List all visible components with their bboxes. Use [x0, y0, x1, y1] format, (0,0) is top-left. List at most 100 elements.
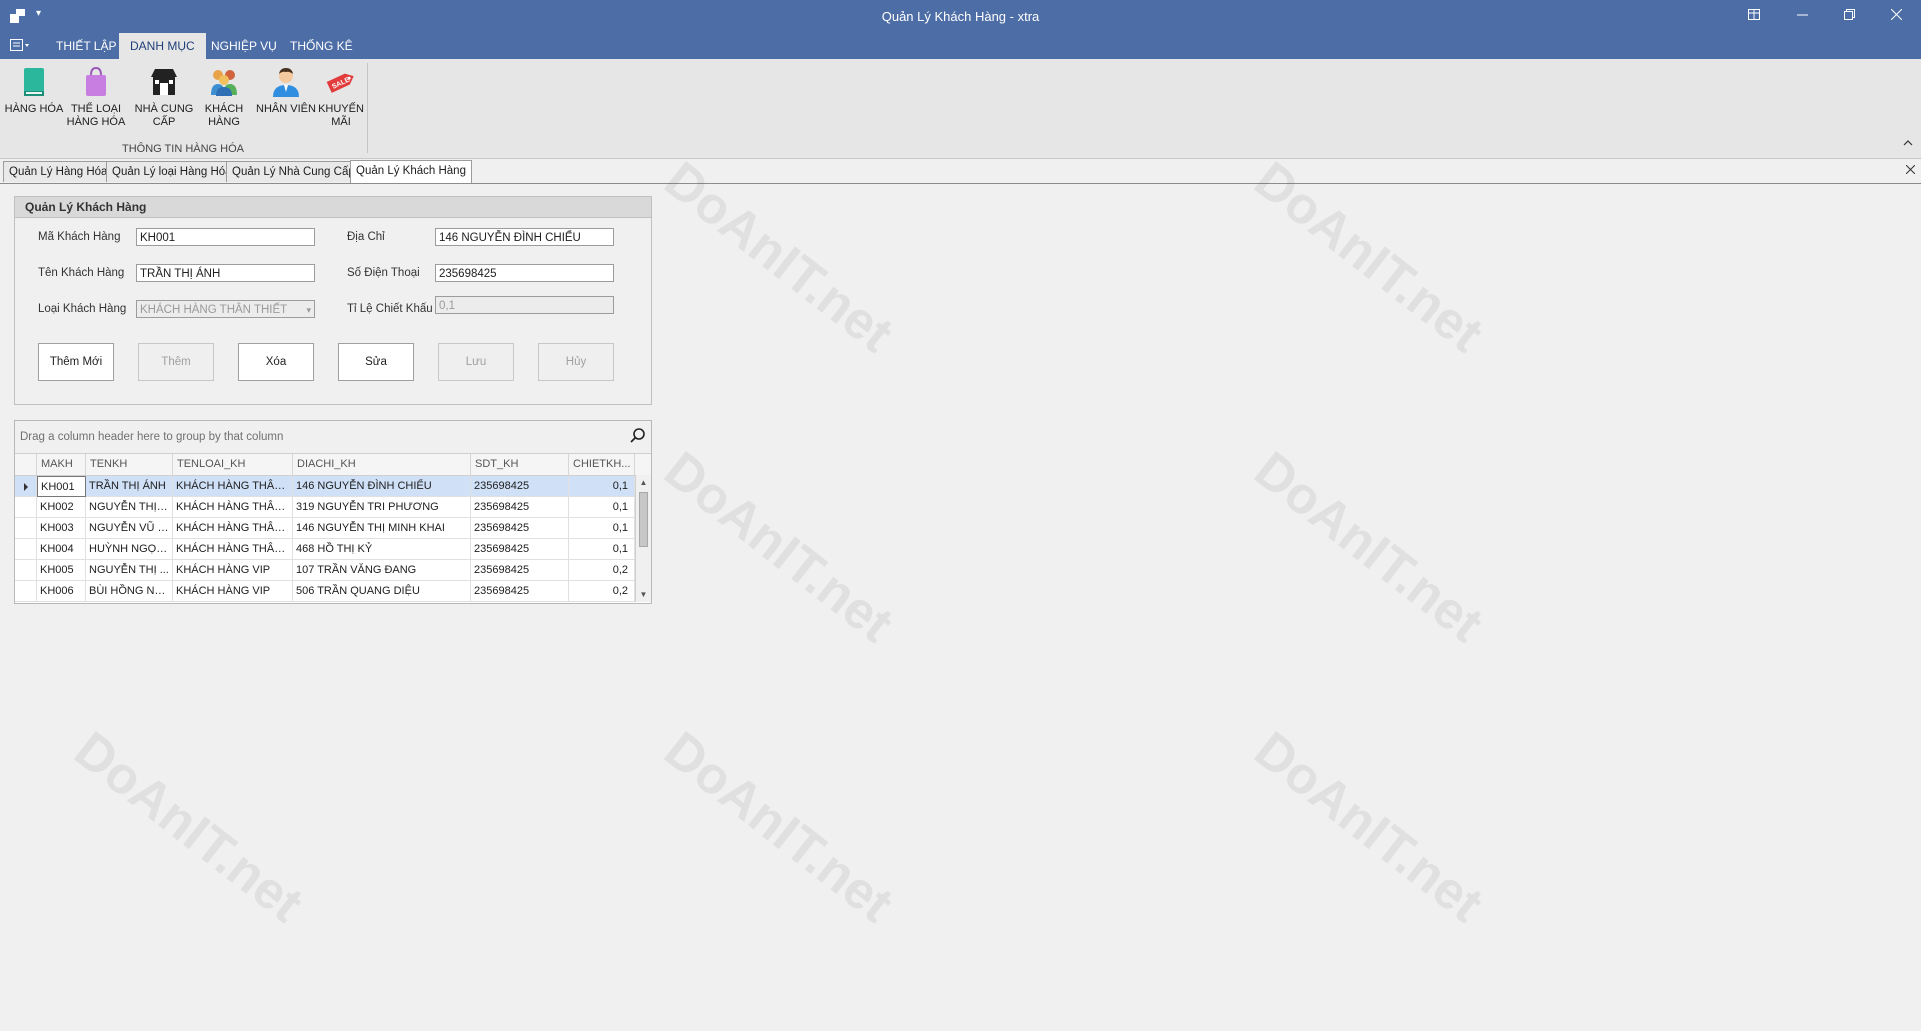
- cell-sdt-kh[interactable]: 235698425: [471, 581, 569, 602]
- cell-makh[interactable]: KH005: [37, 560, 86, 581]
- ribbon-button-hang-hoa[interactable]: HÀNG HÓA: [4, 65, 64, 116]
- shopping-bag-icon: [79, 65, 113, 99]
- ribbon-tab-thong-ke[interactable]: THỐNG KÊ: [279, 33, 364, 59]
- cell-tenloai-kh[interactable]: KHÁCH HÀNG THÂN ...: [173, 518, 293, 539]
- cell-sdt-kh[interactable]: 235698425: [471, 518, 569, 539]
- document-tab-bar: Quản Lý Hàng Hóa Quản Lý loại Hàng Hóa Q…: [0, 159, 1921, 184]
- ribbon-button-nhan-vien[interactable]: NHÂN VIÊN: [255, 65, 317, 116]
- ribbon-tab-danh-muc[interactable]: DANH MỤC: [119, 33, 206, 59]
- cell-diachi-kh[interactable]: 506 TRẦN QUANG DIỆU: [293, 581, 471, 602]
- column-header-chietkhau[interactable]: CHIETKH...: [569, 454, 635, 475]
- dia-chi-label: Địa Chỉ: [347, 231, 385, 243]
- cell-tenloai-kh[interactable]: KHÁCH HÀNG VIP: [173, 581, 293, 602]
- minimize-icon[interactable]: [1784, 5, 1820, 27]
- cell-sdt-kh[interactable]: 235698425: [471, 476, 569, 497]
- luu-button[interactable]: Lưu: [438, 343, 514, 381]
- so-dien-thoai-label: Số Điện Thoại: [347, 267, 420, 279]
- scroll-up-icon[interactable]: ▲: [636, 475, 651, 490]
- group-by-panel[interactable]: Drag a column header here to group by th…: [15, 421, 651, 454]
- ma-khach-hang-input[interactable]: KH001: [136, 228, 315, 246]
- cell-sdt-kh[interactable]: 235698425: [471, 560, 569, 581]
- ten-khach-hang-input[interactable]: TRẦN THỊ ÁNH: [136, 264, 315, 282]
- cell-chietkhau[interactable]: 0,1: [569, 539, 635, 560]
- column-header-diachi-kh[interactable]: DIACHI_KH: [293, 454, 471, 475]
- doc-tab-quan-ly-khach-hang[interactable]: Quản Lý Khách Hàng: [350, 160, 472, 183]
- cell-diachi-kh[interactable]: 468 HỒ THỊ KỶ: [293, 539, 471, 560]
- table-row[interactable]: KH003 NGUYỄN VŨ Á... KHÁCH HÀNG THÂN ...…: [15, 518, 635, 539]
- row-indicator-header: [15, 454, 37, 475]
- restore-icon[interactable]: [1736, 5, 1772, 27]
- cell-tenloai-kh[interactable]: KHÁCH HÀNG THÂN ...: [173, 539, 293, 560]
- customer-form-groupbox: Quản Lý Khách Hàng Mã Khách Hàng KH001 T…: [14, 196, 652, 405]
- huy-button[interactable]: Hủy: [538, 343, 614, 381]
- scroll-down-icon[interactable]: ▼: [636, 587, 651, 602]
- column-header-sdt-kh[interactable]: SDT_KH: [471, 454, 569, 475]
- table-row[interactable]: KH006 BÙI HỒNG NG... KHÁCH HÀNG VIP 506 …: [15, 581, 635, 602]
- cell-chietkhau[interactable]: 0,1: [569, 476, 635, 497]
- loai-khach-hang-select[interactable]: KHÁCH HÀNG THÂN THIẾT ▾: [136, 300, 315, 318]
- cell-makh[interactable]: KH006: [37, 581, 86, 602]
- row-indicator: [15, 518, 37, 539]
- ribbon-button-the-loai-hang-hoa[interactable]: THỂ LOẠI HÀNG HÓA: [66, 65, 126, 129]
- column-header-tenloai-kh[interactable]: TENLOAI_KH: [173, 454, 293, 475]
- dia-chi-input[interactable]: 146 NGUYỄN ĐÌNH CHIỂU: [435, 228, 614, 246]
- watermark-text: DoAnIT.net: [63, 720, 314, 934]
- cell-tenkh[interactable]: NGUYỄN THỊ MỘ...: [86, 497, 173, 518]
- cell-sdt-kh[interactable]: 235698425: [471, 497, 569, 518]
- cell-chietkhau[interactable]: 0,1: [569, 518, 635, 539]
- cell-tenkh[interactable]: NGUYỄN THỊ ...: [86, 560, 173, 581]
- application-menu-icon[interactable]: [10, 39, 30, 54]
- cell-tenloai-kh[interactable]: KHÁCH HÀNG THÂN ...: [173, 497, 293, 518]
- maximize-icon[interactable]: [1831, 5, 1867, 27]
- cell-diachi-kh[interactable]: 107 TRẦN VĂNG ĐANG: [293, 560, 471, 581]
- current-row-arrow-icon: [24, 483, 28, 491]
- grid-vertical-scrollbar[interactable]: ▲ ▼: [635, 475, 651, 602]
- column-header-tenkh[interactable]: TENKH: [86, 454, 173, 475]
- watermark-text: DoAnIT.net: [1243, 720, 1494, 934]
- cell-chietkhau[interactable]: 0,2: [569, 581, 635, 602]
- so-dien-thoai-input[interactable]: 235698425: [435, 264, 614, 282]
- close-icon[interactable]: [1878, 5, 1914, 27]
- xoa-button[interactable]: Xóa: [238, 343, 314, 381]
- cell-diachi-kh[interactable]: 146 NGUYỄN ĐÌNH CHIỂU: [293, 476, 471, 497]
- collapse-ribbon-icon[interactable]: [1903, 137, 1913, 149]
- sua-button[interactable]: Sửa: [338, 343, 414, 381]
- cell-makh[interactable]: KH002: [37, 497, 86, 518]
- cell-diachi-kh[interactable]: 146 NGUYỄN THỊ MINH KHAI: [293, 518, 471, 539]
- close-document-icon[interactable]: [1905, 162, 1916, 177]
- ti-le-chiet-khau-input[interactable]: 0,1: [435, 296, 614, 314]
- cell-tenkh[interactable]: TRẦN THỊ ÁNH: [86, 476, 173, 497]
- doc-tab-quan-ly-nha-cung-cap[interactable]: Quản Lý Nhà Cung Cấp: [226, 161, 361, 182]
- table-row[interactable]: KH005 NGUYỄN THỊ ... KHÁCH HÀNG VIP 107 …: [15, 560, 635, 581]
- cell-makh[interactable]: KH004: [37, 539, 86, 560]
- search-icon[interactable]: [629, 427, 647, 445]
- them-button[interactable]: Thêm: [138, 343, 214, 381]
- cell-sdt-kh[interactable]: 235698425: [471, 539, 569, 560]
- table-row[interactable]: KH002 NGUYỄN THỊ MỘ... KHÁCH HÀNG THÂN .…: [15, 497, 635, 518]
- cell-diachi-kh[interactable]: 319 NGUYỄN TRI PHƯƠNG: [293, 497, 471, 518]
- table-row[interactable]: KH004 HUỲNH NGỌC... KHÁCH HÀNG THÂN ... …: [15, 539, 635, 560]
- scrollbar-thumb[interactable]: [639, 492, 648, 547]
- table-row[interactable]: KH001 TRẦN THỊ ÁNH KHÁCH HÀNG THÂN ... 1…: [15, 476, 635, 497]
- cell-chietkhau[interactable]: 0,1: [569, 497, 635, 518]
- cell-tenkh[interactable]: NGUYỄN VŨ Á...: [86, 518, 173, 539]
- column-header-makh[interactable]: MAKH: [37, 454, 86, 475]
- ten-khach-hang-label: Tên Khách Hàng: [38, 267, 125, 279]
- doc-tab-quan-ly-loai-hang-hoa[interactable]: Quản Lý loại Hàng Hóa: [106, 161, 238, 182]
- customers-icon: [207, 65, 241, 99]
- them-moi-button[interactable]: Thêm Mới: [38, 343, 114, 381]
- ribbon-button-khach-hang[interactable]: KHÁCH HÀNG: [198, 65, 250, 129]
- cell-chietkhau[interactable]: 0,2: [569, 560, 635, 581]
- ribbon-button-nha-cung-cap[interactable]: NHÀ CUNG CẤP: [134, 65, 194, 129]
- cell-makh[interactable]: KH001: [37, 476, 86, 497]
- cell-tenloai-kh[interactable]: KHÁCH HÀNG THÂN ...: [173, 476, 293, 497]
- cell-makh[interactable]: KH003: [37, 518, 86, 539]
- ribbon-button-khuyen-mai[interactable]: SALE KHUYẾN MÃI: [318, 65, 364, 129]
- ribbon-tab-thiet-lap[interactable]: THIẾT LẬP: [45, 33, 127, 59]
- ribbon-tab-nghiep-vu[interactable]: NGHIỆP VỤ: [200, 33, 288, 59]
- doc-tab-quan-ly-hang-hoa[interactable]: Quản Lý Hàng Hóa: [3, 161, 114, 182]
- ma-khach-hang-label: Mã Khách Hàng: [38, 231, 121, 243]
- cell-tenloai-kh[interactable]: KHÁCH HÀNG VIP: [173, 560, 293, 581]
- cell-tenkh[interactable]: HUỲNH NGỌC...: [86, 539, 173, 560]
- cell-tenkh[interactable]: BÙI HỒNG NG...: [86, 581, 173, 602]
